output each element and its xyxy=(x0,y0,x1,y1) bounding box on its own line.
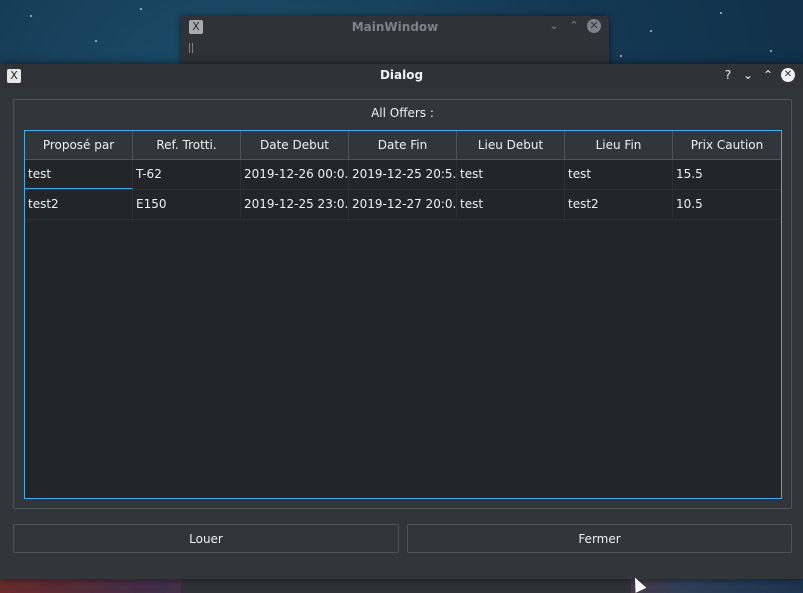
table-cell[interactable]: E150 xyxy=(133,190,241,219)
group-title: All Offers : xyxy=(371,106,434,120)
wallpaper-star xyxy=(720,12,722,14)
table-cell[interactable]: test xyxy=(457,190,565,219)
column-header-date-debut[interactable]: Date Debut xyxy=(241,131,349,159)
chevron-up-icon[interactable]: ⌃ xyxy=(761,68,775,82)
help-icon[interactable]: ? xyxy=(721,68,735,82)
dialog-titlebar[interactable]: X Dialog ? ⌄ ⌃ ✕ xyxy=(0,64,803,88)
table-cell[interactable]: 10.5 xyxy=(673,190,781,219)
dialog-window-controls: ? ⌄ ⌃ ✕ xyxy=(721,68,795,82)
column-header-prix-caution[interactable]: Prix Caution xyxy=(673,131,781,159)
table-cell[interactable]: test xyxy=(25,160,133,189)
wallpaper-star xyxy=(95,40,97,42)
louer-button[interactable]: Louer xyxy=(13,524,399,553)
close-icon[interactable]: ✕ xyxy=(781,68,795,82)
text-cursor xyxy=(189,43,193,53)
main-window-title: MainWindow xyxy=(351,20,439,34)
main-window-bottom xyxy=(181,578,631,593)
dialog-window: X Dialog ? ⌄ ⌃ ✕ All Offers : Proposé pa… xyxy=(0,64,803,579)
wallpaper-star xyxy=(140,8,142,10)
offers-table[interactable]: Proposé par Ref. Trotti. Date Debut Date… xyxy=(24,130,782,499)
column-header-lieu-debut[interactable]: Lieu Debut xyxy=(457,131,565,159)
table-cell[interactable]: 2019-12-26 00:0... xyxy=(241,160,349,189)
main-window[interactable]: X MainWindow ⌄ ⌃ ✕ xyxy=(181,16,609,66)
close-icon[interactable]: ✕ xyxy=(587,19,601,33)
table-row[interactable]: test2 E150 2019-12-25 23:0... 2019-12-27… xyxy=(25,190,781,220)
table-cell[interactable]: test2 xyxy=(565,190,673,219)
table-cell[interactable]: 2019-12-25 23:0... xyxy=(241,190,349,219)
wallpaper-star xyxy=(770,50,772,52)
table-cell[interactable]: test2 xyxy=(25,190,133,219)
wallpaper-star xyxy=(620,55,622,57)
table-cell[interactable]: 15.5 xyxy=(673,160,781,189)
table-cell[interactable]: test xyxy=(457,160,565,189)
fermer-button[interactable]: Fermer xyxy=(407,524,792,553)
column-header-date-fin[interactable]: Date Fin xyxy=(349,131,457,159)
chevron-down-icon[interactable]: ⌄ xyxy=(741,68,755,82)
table-cell[interactable]: T-62 xyxy=(133,160,241,189)
wallpaper-star xyxy=(30,15,32,17)
table-cell[interactable]: 2019-12-27 20:0... xyxy=(349,190,457,219)
main-window-controls: ⌄ ⌃ ✕ xyxy=(547,19,601,33)
table-header: Proposé par Ref. Trotti. Date Debut Date… xyxy=(25,131,781,160)
column-header-ref-trotti[interactable]: Ref. Trotti. xyxy=(133,131,241,159)
column-header-lieu-fin[interactable]: Lieu Fin xyxy=(565,131,673,159)
dialog-title: Dialog xyxy=(379,68,424,82)
chevron-up-icon[interactable]: ⌃ xyxy=(567,19,581,33)
table-cell[interactable]: 2019-12-25 20:5... xyxy=(349,160,457,189)
chevron-down-icon[interactable]: ⌄ xyxy=(547,19,561,33)
wallpaper-star xyxy=(650,30,652,32)
offers-group: All Offers : Proposé par Ref. Trotti. Da… xyxy=(13,99,792,509)
table-cell[interactable]: test xyxy=(565,160,673,189)
column-header-propose-par[interactable]: Proposé par xyxy=(25,131,133,159)
table-row[interactable]: test T-62 2019-12-26 00:0... 2019-12-25 … xyxy=(25,160,781,190)
